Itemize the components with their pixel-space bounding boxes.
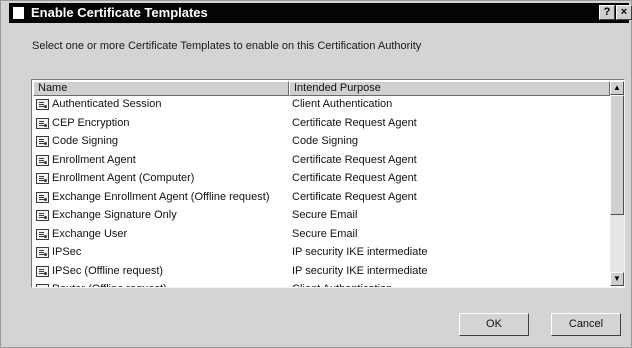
certificate-template-icon [36, 191, 49, 203]
certificate-template-icon [36, 210, 49, 221]
template-name: Enrollment Agent [52, 153, 136, 166]
template-name: CEP Encryption [52, 116, 130, 129]
intended-purpose: Certificate Request Agent [292, 190, 417, 203]
certificate-templates-list[interactable]: Name Intended Purpose Authenticated Sess… [31, 79, 625, 288]
list-header: Name Intended Purpose [33, 81, 610, 96]
intended-purpose: Code Signing [292, 135, 359, 147]
help-button[interactable]: ? [599, 5, 615, 20]
intended-purpose: Client Authentication [292, 98, 393, 110]
vertical-scrollbar[interactable]: ▲ ▼ [610, 81, 624, 286]
list-item[interactable]: Exchange Signature Only Secure Email [33, 207, 610, 226]
intended-purpose: Certificate Request Agent [292, 172, 417, 184]
scroll-up-button[interactable]: ▲ [610, 81, 624, 95]
cancel-button[interactable]: Cancel [551, 313, 621, 336]
intended-purpose: IP security IKE intermediate [292, 264, 428, 277]
intended-purpose: Client Authentication [292, 283, 392, 287]
list-item[interactable]: Authenticated Session Client Authenticati… [33, 96, 610, 115]
list-item[interactable]: Code Signing Code Signing [33, 133, 610, 152]
certificate-template-icon [36, 154, 49, 166]
template-name: Exchange User [52, 227, 128, 240]
list-item[interactable]: Enrollment Agent Certificate Request Agen… [33, 152, 610, 171]
window-icon [13, 7, 24, 19]
template-name: Exchange Enrollment Agent (Offline reque… [52, 190, 270, 203]
intended-purpose: Certificate Request Agent [292, 116, 417, 129]
scroll-thumb[interactable] [610, 95, 624, 215]
template-name: Enrollment Agent (Computer) [52, 172, 195, 184]
template-name: Code Signing [52, 135, 119, 147]
list-rows: Authenticated Session Client Authenticati… [33, 96, 610, 287]
certificate-template-icon [36, 284, 49, 287]
ok-button[interactable]: OK [459, 313, 529, 336]
column-header-name[interactable]: Name [33, 81, 289, 96]
window-title: Enable Certificate Templates [31, 5, 208, 20]
list-item[interactable]: CEP Encryption Certificate Request Agent [33, 115, 610, 134]
instruction-text: Select one or more Certificate Templates… [32, 40, 422, 52]
certificate-template-icon [36, 136, 49, 147]
certificate-template-icon [36, 117, 49, 129]
title-bar[interactable]: Enable Certificate Templates ? × [9, 3, 632, 23]
intended-purpose: Secure Email [292, 209, 358, 221]
list-item[interactable]: IPSec (Offline request) IP security IKE i… [33, 263, 610, 282]
intended-purpose: IP security IKE intermediate [292, 246, 428, 258]
certificate-template-icon [36, 247, 49, 258]
template-name: Authenticated Session [52, 98, 162, 110]
intended-purpose: Secure Email [292, 227, 358, 240]
certificate-template-icon [36, 228, 49, 240]
template-name: Router (Offline request) [52, 283, 167, 287]
list-item[interactable]: IPSec IP security IKE intermediate [33, 244, 610, 263]
list-item[interactable]: Enrollment Agent (Computer) Certificate R… [33, 170, 610, 189]
column-header-intended-purpose[interactable]: Intended Purpose [289, 81, 610, 96]
certificate-template-icon [36, 265, 49, 277]
template-name: IPSec (Offline request) [52, 264, 164, 277]
certificate-template-icon [36, 173, 49, 184]
scroll-down-button[interactable]: ▼ [610, 272, 624, 286]
intended-purpose: Certificate Request Agent [292, 153, 417, 166]
template-name: IPSec [52, 246, 82, 258]
list-item[interactable]: Router (Offline request) Client Authentic… [33, 281, 610, 287]
enable-certificate-templates-dialog: Enable Certificate Templates ? × Select … [0, 0, 632, 348]
close-button[interactable]: × [616, 5, 632, 20]
list-item[interactable]: Exchange User Secure Email [33, 226, 610, 245]
template-name: Exchange Signature Only [52, 209, 177, 221]
certificate-template-icon [36, 99, 49, 110]
list-item[interactable]: Exchange Enrollment Agent (Offline reque… [33, 189, 610, 208]
